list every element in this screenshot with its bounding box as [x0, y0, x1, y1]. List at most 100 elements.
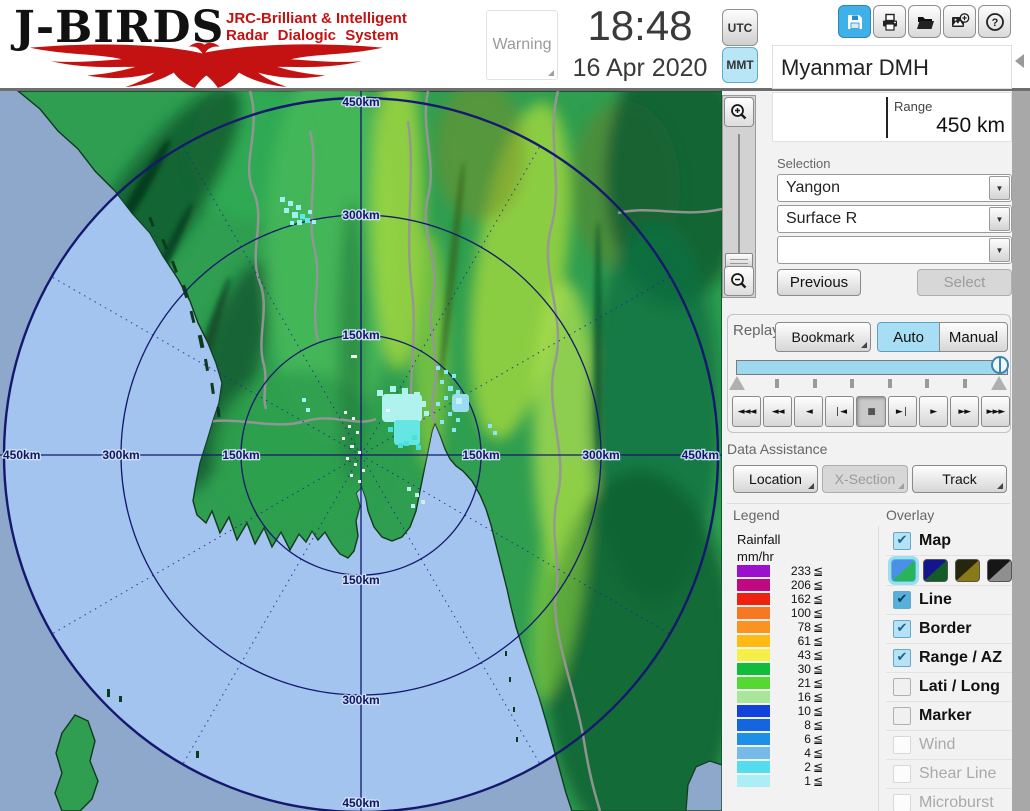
legend-entry: 78≦	[737, 620, 823, 634]
legend-entry: 233≦	[737, 564, 823, 578]
legend-swatch	[737, 579, 770, 591]
legend-swatch	[737, 593, 770, 605]
chevron-down-icon[interactable]: ▼	[989, 238, 1010, 262]
legend-lte-sign: ≦	[813, 564, 823, 578]
previous-button[interactable]: Previous	[777, 269, 861, 296]
skip-to-start-button[interactable]: ◄◄◄	[732, 396, 761, 427]
overlay-item-wind[interactable]: Wind	[886, 731, 1012, 760]
timezone-mmt-button[interactable]: MMT	[722, 47, 758, 83]
ring-label: 150km	[342, 573, 379, 587]
legend-value: 1	[770, 774, 813, 788]
save-button[interactable]	[838, 5, 871, 38]
legend-swatch	[737, 677, 770, 689]
play-reverse-button[interactable]: ◄	[794, 396, 823, 427]
play-button[interactable]: ►	[919, 396, 948, 427]
legend-value: 6	[770, 732, 813, 746]
replay-manual-button[interactable]: Manual	[939, 322, 1008, 352]
replay-slider-handle[interactable]	[991, 356, 1009, 374]
legend-value: 2	[770, 760, 813, 774]
legend-lte-sign: ≦	[813, 732, 823, 746]
station-title: Myanmar DMH	[781, 55, 929, 81]
step-forward-button[interactable]: ►❘	[888, 396, 917, 427]
location-label: Location	[749, 471, 802, 487]
checkbox-icon[interactable]	[893, 736, 911, 754]
print-button[interactable]	[873, 5, 906, 38]
logo-subtitle: JRC-Brilliant & Intelligent Radar Dialog…	[226, 10, 407, 44]
replay-auto-button[interactable]: Auto	[877, 322, 940, 352]
help-button[interactable]: ?	[978, 5, 1011, 38]
legend-value: 100	[770, 606, 813, 620]
step-back-button[interactable]: ❘◄	[825, 396, 854, 427]
overlay-item-label: Wind	[919, 736, 955, 754]
zoom-in-button[interactable]	[724, 97, 754, 127]
x-section-button[interactable]: X-Section	[822, 465, 908, 493]
overlay-item-marker[interactable]: Marker	[886, 702, 1012, 731]
open-folder-button[interactable]	[908, 5, 941, 38]
slider-tick	[963, 379, 967, 388]
stop-button[interactable]: ■	[856, 396, 885, 427]
map-style-swatch-1[interactable]	[891, 559, 916, 582]
overlay-item-map[interactable]: ✔Map	[886, 527, 1012, 556]
snapshot-button[interactable]	[943, 5, 976, 38]
zoom-out-icon	[729, 271, 749, 291]
legend-lte-sign: ≦	[813, 676, 823, 690]
overlay-item-range-az[interactable]: ✔Range / AZ	[886, 644, 1012, 673]
checkbox-icon[interactable]: ✔	[893, 649, 911, 667]
skip-to-end-button[interactable]: ►►►	[981, 396, 1010, 427]
legend-value: 78	[770, 620, 813, 634]
map-style-swatch-4[interactable]	[987, 559, 1012, 582]
chevron-down-icon[interactable]: ▼	[989, 207, 1010, 231]
checkbox-icon[interactable]	[893, 678, 911, 696]
column-divider	[878, 526, 879, 811]
fast-forward-button[interactable]: ►►	[950, 396, 979, 427]
checkbox-icon[interactable]: ✔	[893, 591, 911, 609]
overlay-item-label: Marker	[919, 707, 971, 725]
chevron-down-icon[interactable]: ▼	[989, 176, 1010, 200]
radar-map-view[interactable]: 450km 300km 150km 150km 300km 450km 450k…	[0, 91, 722, 811]
map-style-swatch-3[interactable]	[955, 559, 980, 582]
overlay-item-line[interactable]: ✔Line	[886, 586, 1012, 615]
data-assistance-label: Data Assistance	[727, 441, 827, 457]
ring-label: 450km	[3, 448, 40, 462]
legend-value: 43	[770, 648, 813, 662]
site-dropdown[interactable]: Yangon ▼	[777, 174, 1012, 202]
ring-label: 300km	[102, 448, 139, 462]
checkbox-icon[interactable]	[893, 765, 911, 783]
timezone-utc-button[interactable]: UTC	[722, 9, 758, 46]
ring-label: 300km	[582, 448, 619, 462]
ring-label: 450km	[342, 796, 379, 810]
map-style-swatch-2[interactable]	[923, 559, 948, 582]
select-button[interactable]: Select	[917, 269, 1012, 296]
checkbox-icon[interactable]: ✔	[893, 620, 911, 638]
product-dropdown[interactable]: Surface R ▼	[777, 205, 1012, 233]
slider-start-marker[interactable]	[729, 376, 745, 390]
legend-lte-sign: ≦	[813, 662, 823, 676]
zoom-out-button[interactable]	[724, 266, 754, 296]
track-button[interactable]: Track	[912, 465, 1007, 493]
warning-button[interactable]: Warning	[486, 10, 558, 80]
checkbox-icon[interactable]: ✔	[893, 532, 911, 550]
overlay-item-label: Border	[919, 620, 971, 638]
zoom-slider-track[interactable]	[738, 134, 740, 256]
slider-end-marker[interactable]	[991, 376, 1007, 390]
checkbox-icon[interactable]	[893, 794, 911, 811]
legend-entry: 16≦	[737, 690, 823, 704]
legend-swatch	[737, 747, 770, 759]
legend-lte-sign: ≦	[813, 774, 823, 788]
eagle-icon	[10, 40, 395, 88]
legend-swatch	[737, 691, 770, 703]
overlay-item-microburst[interactable]: Microburst	[886, 789, 1012, 811]
overlay-item-lati-long[interactable]: Lati / Long	[886, 673, 1012, 702]
site-dropdown-value: Yangon	[786, 179, 840, 197]
bookmark-button[interactable]: Bookmark	[775, 322, 871, 352]
legend-swatch	[737, 607, 770, 619]
location-button[interactable]: Location	[733, 465, 818, 493]
overlay-item-shear-line[interactable]: Shear Line	[886, 760, 1012, 789]
fast-rewind-button[interactable]: ◄◄	[763, 396, 792, 427]
replay-slider-track[interactable]	[736, 360, 1008, 375]
legend-swatch	[737, 621, 770, 633]
overlay-item-border[interactable]: ✔ Border	[886, 615, 1012, 644]
collapse-left-icon[interactable]	[1015, 54, 1024, 68]
extra-dropdown[interactable]: ▼	[777, 236, 1012, 264]
checkbox-icon[interactable]	[893, 707, 911, 725]
